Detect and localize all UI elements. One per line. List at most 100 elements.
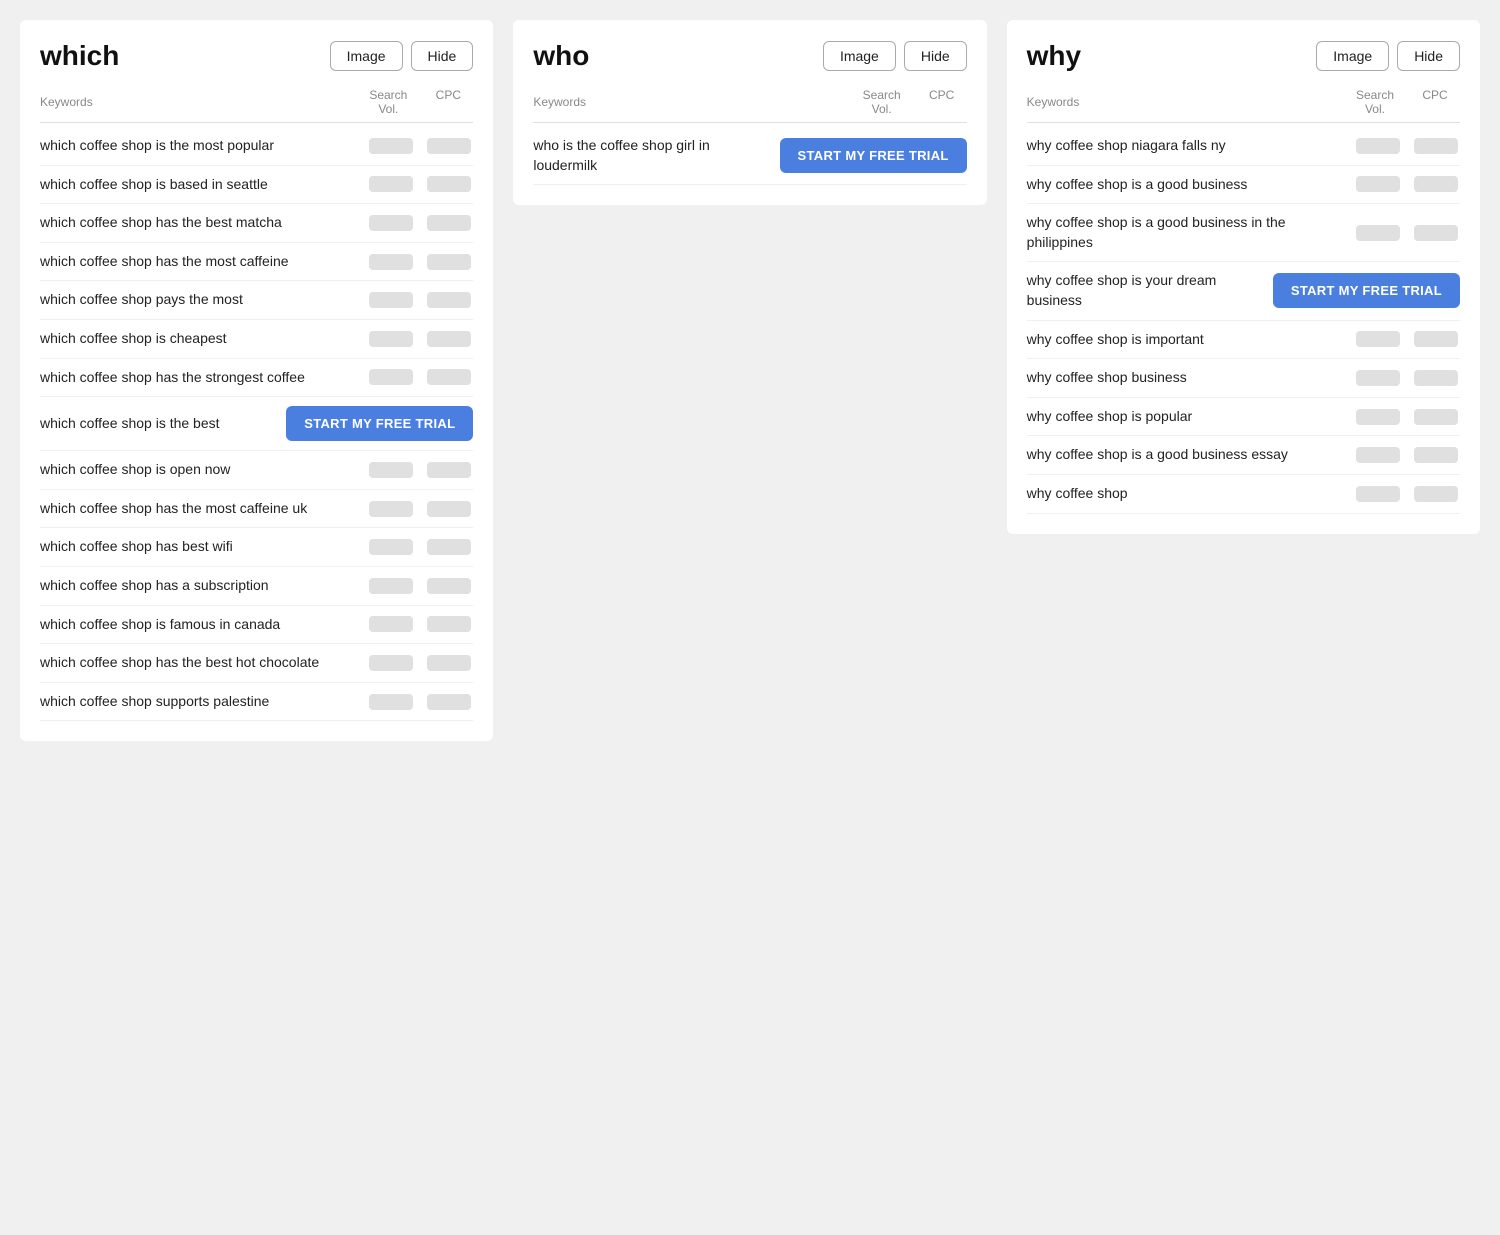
row-pills-why-5	[1354, 370, 1460, 386]
col-cpc-header-why: CPC	[1410, 88, 1460, 116]
columns-wrapper: whichImageHideKeywordsSearch Vol.CPCwhic…	[20, 20, 1480, 741]
keyword-text-which-5: which coffee shop is cheapest	[40, 329, 367, 349]
search-vol-pill-which-5	[369, 331, 413, 347]
card-header-who: whoImageHide	[533, 40, 966, 72]
keyword-row-which-7: which coffee shop is the bestSTART MY FR…	[40, 397, 473, 451]
search-vol-pill-which-1	[369, 176, 413, 192]
row-pills-which-13	[367, 655, 473, 671]
trial-button-which[interactable]: START MY FREE TRIAL	[286, 406, 473, 441]
cpc-pill-why-0	[1414, 138, 1458, 154]
hide-button-why[interactable]: Hide	[1397, 41, 1460, 71]
keyword-row-why-0: why coffee shop niagara falls ny	[1027, 127, 1460, 166]
search-vol-pill-which-8	[369, 462, 413, 478]
search-vol-pill-which-3	[369, 254, 413, 270]
keyword-row-which-11: which coffee shop has a subscription	[40, 567, 473, 606]
keyword-text-which-10: which coffee shop has best wifi	[40, 537, 367, 557]
keyword-text-which-8: which coffee shop is open now	[40, 460, 367, 480]
search-vol-pill-why-1	[1356, 176, 1400, 192]
row-pills-why-2	[1354, 225, 1460, 241]
hide-button-which[interactable]: Hide	[411, 41, 474, 71]
cpc-pill-why-5	[1414, 370, 1458, 386]
row-pills-which-1	[367, 176, 473, 192]
header-buttons-why: Image Hide	[1316, 41, 1460, 71]
cpc-pill-which-8	[427, 462, 471, 478]
keyword-row-why-8: why coffee shop	[1027, 475, 1460, 514]
keyword-text-which-7: which coffee shop is the best	[40, 414, 286, 434]
search-vol-pill-why-0	[1356, 138, 1400, 154]
row-pills-which-5	[367, 331, 473, 347]
search-vol-pill-which-13	[369, 655, 413, 671]
col-sv-header-which: Search Vol.	[363, 88, 413, 116]
keyword-text-why-2: why coffee shop is a good business in th…	[1027, 213, 1354, 252]
card-who: whoImageHideKeywordsSearch Vol.CPCwho is…	[513, 20, 986, 205]
cpc-pill-why-7	[1414, 447, 1458, 463]
keyword-row-which-13: which coffee shop has the best hot choco…	[40, 644, 473, 683]
image-button-which[interactable]: Image	[330, 41, 403, 71]
keyword-row-which-2: which coffee shop has the best matcha	[40, 204, 473, 243]
cpc-pill-which-3	[427, 254, 471, 270]
cpc-pill-which-9	[427, 501, 471, 517]
keyword-text-why-7: why coffee shop is a good business essay	[1027, 445, 1354, 465]
search-vol-pill-why-8	[1356, 486, 1400, 502]
keyword-text-which-9: which coffee shop has the most caffeine …	[40, 499, 367, 519]
keyword-text-which-4: which coffee shop pays the most	[40, 290, 367, 310]
image-button-why[interactable]: Image	[1316, 41, 1389, 71]
cpc-pill-which-5	[427, 331, 471, 347]
keyword-row-why-6: why coffee shop is popular	[1027, 398, 1460, 437]
keyword-text-why-5: why coffee shop business	[1027, 368, 1354, 388]
keyword-text-which-0: which coffee shop is the most popular	[40, 136, 367, 156]
keyword-text-which-12: which coffee shop is famous in canada	[40, 615, 367, 635]
row-pills-which-0	[367, 138, 473, 154]
keyword-text-which-2: which coffee shop has the best matcha	[40, 213, 367, 233]
cpc-pill-which-11	[427, 578, 471, 594]
keyword-text-which-3: which coffee shop has the most caffeine	[40, 252, 367, 272]
search-vol-pill-why-5	[1356, 370, 1400, 386]
search-vol-pill-which-4	[369, 292, 413, 308]
cpc-pill-why-8	[1414, 486, 1458, 502]
search-vol-pill-which-9	[369, 501, 413, 517]
row-pills-why-1	[1354, 176, 1460, 192]
keyword-row-why-1: why coffee shop is a good business	[1027, 166, 1460, 205]
keyword-row-who-0: who is the coffee shop girl in loudermil…	[533, 127, 966, 185]
cpc-pill-which-1	[427, 176, 471, 192]
cpc-pill-which-4	[427, 292, 471, 308]
row-pills-which-12	[367, 616, 473, 632]
header-buttons-which: Image Hide	[330, 41, 474, 71]
col-cpc-header-who: CPC	[917, 88, 967, 116]
cpc-pill-why-2	[1414, 225, 1458, 241]
table-header-which: KeywordsSearch Vol.CPC	[40, 88, 473, 123]
table-header-why: KeywordsSearch Vol.CPC	[1027, 88, 1460, 123]
keyword-row-which-4: which coffee shop pays the most	[40, 281, 473, 320]
row-pills-why-7	[1354, 447, 1460, 463]
keyword-row-why-2: why coffee shop is a good business in th…	[1027, 204, 1460, 262]
keyword-text-why-8: why coffee shop	[1027, 484, 1354, 504]
keyword-row-which-1: which coffee shop is based in seattle	[40, 166, 473, 205]
search-vol-pill-why-2	[1356, 225, 1400, 241]
keyword-text-which-1: which coffee shop is based in seattle	[40, 175, 367, 195]
keyword-text-why-3: why coffee shop is your dream business	[1027, 271, 1273, 310]
row-pills-which-14	[367, 694, 473, 710]
hide-button-who[interactable]: Hide	[904, 41, 967, 71]
row-pills-which-8	[367, 462, 473, 478]
card-which: whichImageHideKeywordsSearch Vol.CPCwhic…	[20, 20, 493, 741]
col-keywords-header-which: Keywords	[40, 95, 363, 109]
search-vol-pill-why-4	[1356, 331, 1400, 347]
row-pills-which-6	[367, 369, 473, 385]
row-pills-why-8	[1354, 486, 1460, 502]
row-pills-which-4	[367, 292, 473, 308]
keyword-row-why-3: why coffee shop is your dream businessST…	[1027, 262, 1460, 320]
keyword-text-why-1: why coffee shop is a good business	[1027, 175, 1354, 195]
keyword-row-which-0: which coffee shop is the most popular	[40, 127, 473, 166]
keyword-text-who-0: who is the coffee shop girl in loudermil…	[533, 136, 771, 175]
row-pills-which-11	[367, 578, 473, 594]
keyword-row-which-10: which coffee shop has best wifi	[40, 528, 473, 567]
keyword-text-which-11: which coffee shop has a subscription	[40, 576, 367, 596]
trial-button-who[interactable]: START MY FREE TRIAL	[780, 138, 967, 173]
cpc-pill-which-14	[427, 694, 471, 710]
cpc-pill-which-6	[427, 369, 471, 385]
keyword-text-which-6: which coffee shop has the strongest coff…	[40, 368, 367, 388]
cpc-pill-which-12	[427, 616, 471, 632]
trial-button-why[interactable]: START MY FREE TRIAL	[1273, 273, 1460, 308]
image-button-who[interactable]: Image	[823, 41, 896, 71]
row-pills-which-9	[367, 501, 473, 517]
